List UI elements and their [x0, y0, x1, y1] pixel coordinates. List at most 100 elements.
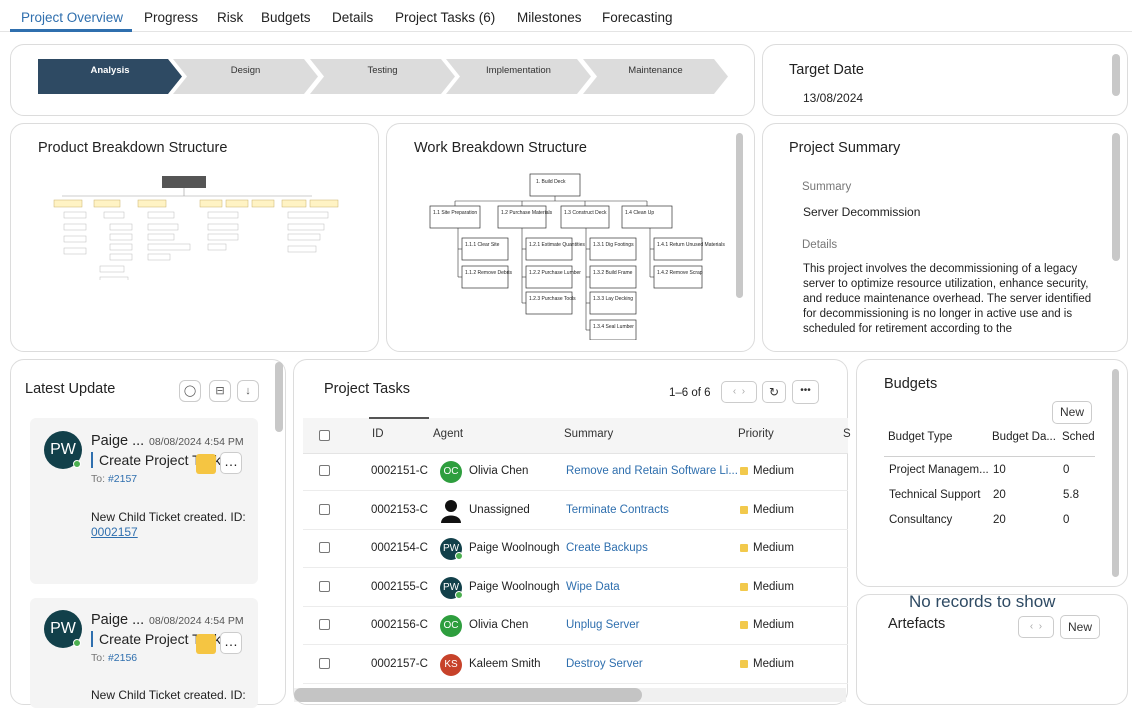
table-row[interactable]: 0002156-C OC Olivia Chen Unplug Server Mediu…: [303, 607, 848, 645]
target-date-scrollbar[interactable]: [1112, 54, 1120, 96]
column-header-priority[interactable]: Priority: [738, 428, 774, 440]
task-priority: Medium: [753, 503, 794, 516]
budget-type: Technical Support: [889, 489, 981, 501]
stage-testing[interactable]: Testing: [310, 59, 455, 94]
column-header-summary[interactable]: Summary: [564, 428, 613, 440]
tab-forecasting[interactable]: Forecasting: [602, 10, 673, 25]
budgets-scrollbar[interactable]: [1112, 369, 1119, 577]
tab-risk[interactable]: Risk: [217, 10, 243, 25]
ticket-link[interactable]: #2156: [108, 652, 137, 664]
budget-row[interactable]: Project Managem... 10 0: [884, 464, 1095, 486]
table-row[interactable]: 0002154-C PW Paige Woolnough Create Backups…: [303, 530, 848, 568]
column-header-agent[interactable]: Agent: [433, 428, 463, 440]
stage-label: Design: [230, 65, 261, 76]
target-date-title: Target Date: [789, 62, 864, 78]
task-agent: Paige Woolnough: [469, 542, 560, 554]
stage-implementation[interactable]: Implementation: [446, 59, 591, 94]
select-all-checkbox[interactable]: [319, 430, 330, 441]
table-row[interactable]: 0002155-C PW Paige Woolnough Wipe Data Mediu…: [303, 569, 848, 607]
stage-label: Maintenance: [628, 65, 683, 76]
sort-down-icon[interactable]: ↓: [237, 380, 259, 402]
task-agent: Unassigned: [469, 503, 530, 516]
new-budget-button[interactable]: New: [1052, 401, 1092, 424]
refresh-icon[interactable]: ↻: [762, 381, 786, 403]
online-status-icon: [455, 552, 463, 560]
project-tasks-title: Project Tasks: [324, 381, 410, 397]
budget-row[interactable]: Technical Support 20 5.8: [884, 489, 1095, 511]
wbs-node: 1.2.1 Estimate Quantities: [529, 242, 585, 248]
tab-budgets[interactable]: Budgets: [261, 10, 311, 25]
task-summary-link[interactable]: Remove and Retain Software Li...: [566, 465, 738, 477]
tab-progress[interactable]: Progress: [144, 10, 198, 25]
stage-design[interactable]: Design: [173, 59, 318, 94]
table-row[interactable]: 0002151-C OC Olivia Chen Remove and Retain …: [303, 453, 848, 491]
tab-project-overview[interactable]: Project Overview: [21, 10, 123, 25]
row-checkbox[interactable]: [319, 465, 330, 476]
stage-maintenance[interactable]: Maintenance: [583, 59, 728, 94]
task-id[interactable]: 0002154-C: [371, 542, 428, 554]
divider: [884, 456, 1095, 457]
collapse-icon[interactable]: ⊟: [209, 380, 231, 402]
online-status-icon: [455, 590, 463, 599]
column-header-id[interactable]: ID: [372, 428, 384, 440]
wbs-node: 1.2.3 Purchase Tools: [529, 296, 576, 302]
ticket-link[interactable]: #2157: [108, 473, 137, 485]
task-summary-link[interactable]: Unplug Server: [566, 619, 640, 631]
table-row[interactable]: 0002157-C KS Kaleem Smith Destroy Server Med…: [303, 646, 848, 684]
column-header-status[interactable]: S: [843, 428, 851, 440]
wbs-scrollbar[interactable]: [736, 133, 743, 298]
summary-scrollbar[interactable]: [1112, 133, 1120, 261]
task-id[interactable]: 0002155-C: [371, 581, 428, 593]
column-header-schedule[interactable]: Sched: [1062, 431, 1096, 443]
unassigned-user-icon: [441, 499, 461, 523]
more-options-button[interactable]: …: [220, 632, 242, 654]
update-recipient: To: #2157: [91, 473, 138, 485]
task-summary-link[interactable]: Create Backups: [566, 542, 648, 554]
task-summary-link[interactable]: Destroy Server: [566, 658, 643, 670]
priority-indicator-icon: [740, 621, 748, 629]
task-priority: Medium: [753, 657, 794, 670]
more-options-button[interactable]: •••: [792, 380, 819, 404]
tab-milestones[interactable]: Milestones: [517, 10, 582, 25]
update-author: Paige ...: [91, 433, 145, 449]
row-checkbox[interactable]: [319, 580, 330, 592]
child-ticket-link[interactable]: 0002157: [91, 525, 138, 539]
task-priority: Medium: [753, 619, 794, 631]
table-row[interactable]: 0002153-C Unassigned Terminate Contracts Me…: [303, 492, 848, 530]
new-artefact-button[interactable]: New: [1060, 615, 1100, 639]
artefacts-pagination[interactable]: ‹ ›: [1018, 616, 1054, 638]
budget-row[interactable]: Consultancy 20 0: [884, 514, 1095, 536]
column-header-budget-date[interactable]: Budget Da...: [992, 431, 1058, 443]
task-id[interactable]: 0002153-C: [371, 504, 428, 516]
thumbs-up-icon[interactable]: [196, 454, 216, 474]
artefacts-title: Artefacts: [888, 616, 946, 632]
row-checkbox[interactable]: [319, 657, 330, 669]
agent-avatar: OC: [440, 615, 462, 637]
task-id[interactable]: 0002157-C: [371, 658, 428, 670]
task-id[interactable]: 0002151-C: [371, 465, 428, 477]
horizontal-scrollbar[interactable]: [294, 688, 642, 702]
latest-update-scrollbar[interactable]: [275, 362, 283, 432]
thumbs-up-icon[interactable]: [196, 634, 216, 654]
comment-icon[interactable]: ◯: [179, 380, 201, 402]
update-card[interactable]: PW Paige ... 08/08/2024 4:54 PM Create P…: [30, 418, 258, 584]
pagination-controls[interactable]: ‹ ›: [721, 381, 757, 403]
row-checkbox[interactable]: [319, 503, 330, 515]
task-agent: Olivia Chen: [469, 465, 529, 477]
task-priority: Medium: [753, 542, 794, 554]
stage-label: Implementation: [486, 65, 551, 76]
tab-details[interactable]: Details: [332, 10, 373, 25]
priority-indicator-icon: [740, 467, 748, 475]
wbs-node: 1.2.2 Purchase Lumber: [529, 270, 581, 276]
column-header-budget-type[interactable]: Budget Type: [888, 431, 988, 443]
row-checkbox[interactable]: [319, 542, 330, 553]
row-checkbox[interactable]: [319, 619, 330, 630]
more-options-button[interactable]: …: [220, 452, 242, 474]
task-summary-link[interactable]: Terminate Contracts: [566, 504, 669, 516]
tab-project-tasks[interactable]: Project Tasks (6): [395, 10, 495, 25]
task-id[interactable]: 0002156-C: [371, 619, 428, 631]
target-date-panel: [762, 44, 1128, 116]
update-card[interactable]: PW Paige ... 08/08/2024 4:54 PM Create P…: [30, 598, 258, 708]
stage-analysis[interactable]: Analysis: [38, 59, 182, 94]
task-summary-link[interactable]: Wipe Data: [566, 581, 620, 593]
